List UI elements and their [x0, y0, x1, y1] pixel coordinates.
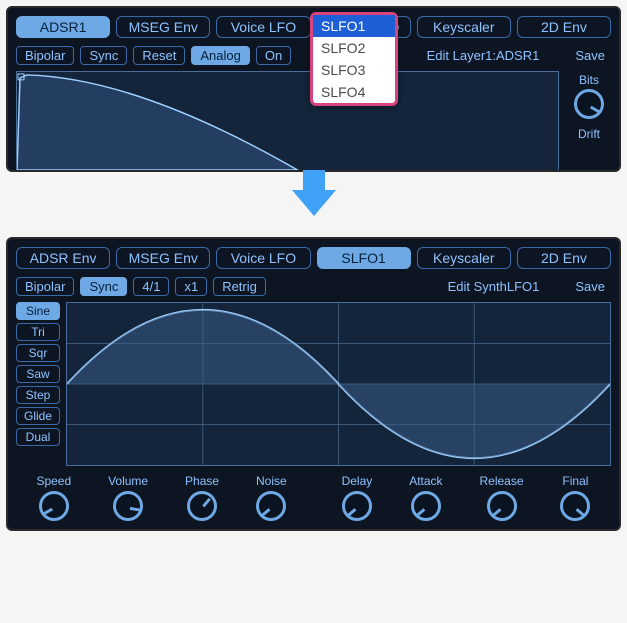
tab-keyscaler[interactable]: Keyscaler: [417, 16, 511, 38]
wave-tri[interactable]: Tri: [16, 323, 60, 341]
attack-label: Attack: [409, 474, 442, 488]
transition-arrow: [6, 172, 621, 237]
reset-button[interactable]: Reset: [133, 46, 185, 65]
tab-adsr1[interactable]: ADSR1: [16, 16, 110, 38]
tab-mseg-env[interactable]: MSEG Env: [116, 16, 210, 38]
bottom-tab-row: ADSR Env MSEG Env Voice LFO SLFO1 Keysca…: [14, 245, 613, 275]
final-knob-item: Final: [560, 474, 590, 521]
save-button-2[interactable]: Save: [575, 279, 605, 294]
wave-step[interactable]: Step: [16, 386, 60, 404]
delay-label: Delay: [342, 474, 373, 488]
bottom-panel: ADSR Env MSEG Env Voice LFO SLFO1 Keysca…: [6, 237, 621, 531]
speed-knob[interactable]: [39, 491, 69, 521]
adsr-curve: [17, 72, 558, 170]
sync-button-2[interactable]: Sync: [80, 277, 127, 296]
on-button[interactable]: On: [256, 46, 291, 65]
dropdown-item-slfo1[interactable]: SLFO1: [313, 15, 395, 37]
rate-button[interactable]: 4/1: [133, 277, 169, 296]
edit-synthlfo-label: Edit SynthLFO1: [448, 279, 540, 294]
tab-2d-env-2[interactable]: 2D Env: [517, 247, 611, 269]
lfo-grid: [67, 303, 610, 465]
volume-knob[interactable]: [113, 491, 143, 521]
bottom-options-row: Bipolar Sync 4/1 x1 Retrig Edit SynthLFO…: [14, 275, 613, 300]
release-label: Release: [479, 474, 523, 488]
dropdown-item-slfo2[interactable]: SLFO2: [313, 37, 395, 59]
phase-knob-item: Phase: [185, 474, 219, 521]
waveform-buttons: Sine Tri Sqr Saw Step Glide Dual: [16, 302, 60, 466]
arrow-down-icon: [292, 190, 336, 216]
analog-button[interactable]: Analog: [191, 46, 249, 65]
save-button[interactable]: Save: [575, 48, 605, 63]
tab-mseg-env-2[interactable]: MSEG Env: [116, 247, 210, 269]
volume-knob-item: Volume: [108, 474, 148, 521]
retrig-button[interactable]: Retrig: [213, 277, 266, 296]
delay-knob-item: Delay: [342, 474, 373, 521]
sync-button[interactable]: Sync: [80, 46, 127, 65]
envelope-graph[interactable]: [16, 71, 559, 171]
noise-knob-item: Noise: [256, 474, 287, 521]
dropdown-item-slfo4[interactable]: SLFO4: [313, 81, 395, 103]
wave-sqr[interactable]: Sqr: [16, 344, 60, 362]
wave-glide[interactable]: Glide: [16, 407, 60, 425]
final-label: Final: [562, 474, 588, 488]
top-panel: ADSR1 MSEG Env Voice LFO Global LFO Keys…: [6, 6, 621, 172]
volume-label: Volume: [108, 474, 148, 488]
bipolar-button[interactable]: Bipolar: [16, 46, 74, 65]
noise-knob[interactable]: [256, 491, 286, 521]
lfo-graph[interactable]: [66, 302, 611, 466]
mult-button[interactable]: x1: [175, 277, 207, 296]
slfo-dropdown[interactable]: SLFO1 SLFO2 SLFO3 SLFO4: [310, 12, 398, 106]
edit-layer-label: Edit Layer1:ADSR1: [427, 48, 540, 63]
phase-label: Phase: [185, 474, 219, 488]
drift-label: Drift: [578, 127, 600, 141]
tab-voice-lfo-2[interactable]: Voice LFO: [216, 247, 310, 269]
knob-row: Speed Volume Phase Noise Delay Attack Re…: [14, 468, 613, 523]
wave-sine[interactable]: Sine: [16, 302, 60, 320]
wave-dual[interactable]: Dual: [16, 428, 60, 446]
side-controls: Bits Drift: [565, 69, 613, 172]
attack-knob-item: Attack: [409, 474, 442, 521]
release-knob[interactable]: [487, 491, 517, 521]
lfo-graph-area: Sine Tri Sqr Saw Step Glide Dual: [14, 300, 613, 468]
tab-slfo1[interactable]: SLFO1: [317, 247, 411, 269]
phase-knob[interactable]: [187, 491, 217, 521]
speed-knob-item: Speed: [36, 474, 71, 521]
bipolar-button-2[interactable]: Bipolar: [16, 277, 74, 296]
speed-label: Speed: [36, 474, 71, 488]
wave-saw[interactable]: Saw: [16, 365, 60, 383]
tab-voice-lfo[interactable]: Voice LFO: [216, 16, 310, 38]
bits-knob[interactable]: [574, 89, 604, 119]
noise-label: Noise: [256, 474, 287, 488]
tab-adsr-env[interactable]: ADSR Env: [16, 247, 110, 269]
dropdown-item-slfo3[interactable]: SLFO3: [313, 59, 395, 81]
attack-knob[interactable]: [411, 491, 441, 521]
delay-knob[interactable]: [342, 491, 372, 521]
release-knob-item: Release: [479, 474, 523, 521]
tab-2d-env[interactable]: 2D Env: [517, 16, 611, 38]
tab-keyscaler-2[interactable]: Keyscaler: [417, 247, 511, 269]
final-knob[interactable]: [560, 491, 590, 521]
bits-label: Bits: [579, 73, 599, 87]
